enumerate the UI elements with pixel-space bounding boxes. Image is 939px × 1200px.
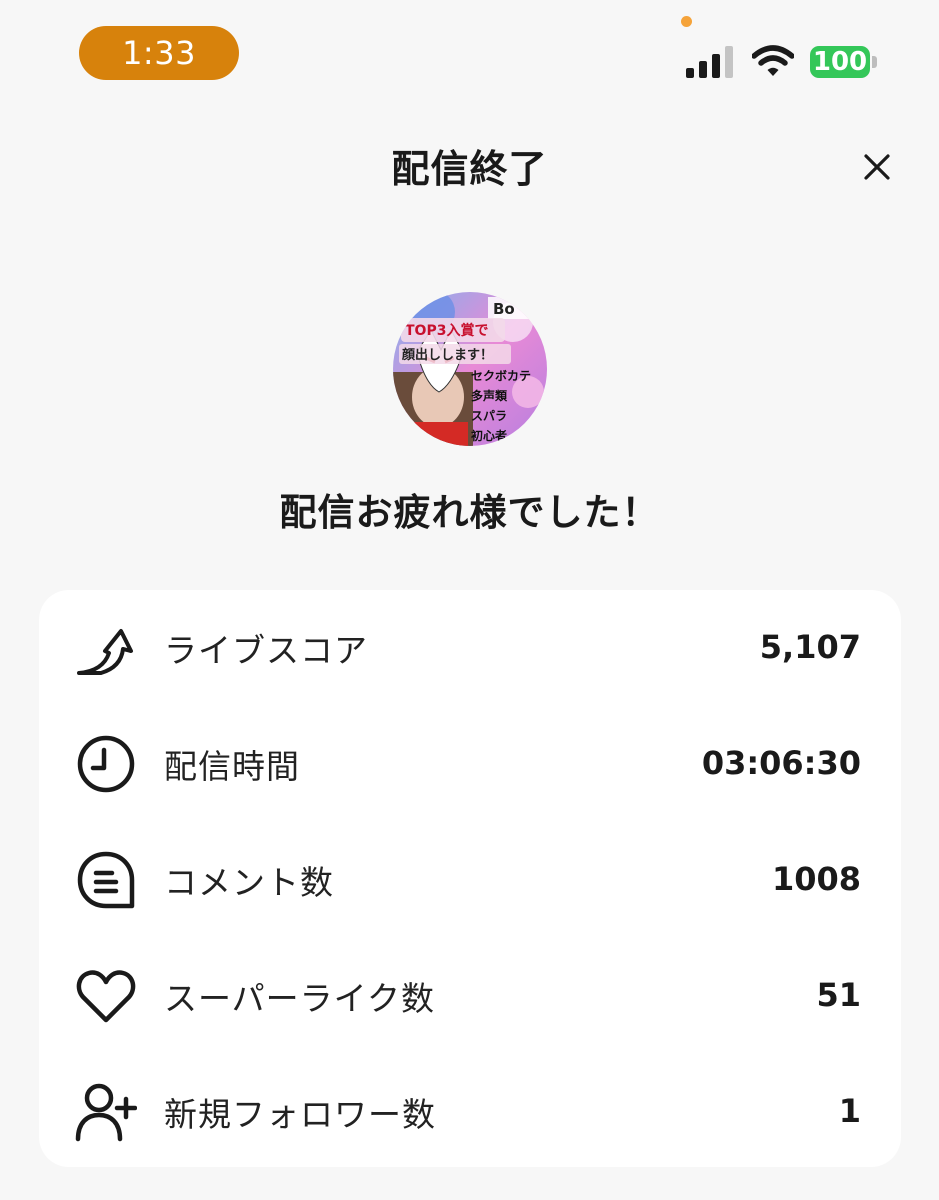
privacy-indicator-dot bbox=[681, 16, 692, 27]
stat-row-comments: コメント数 1008 bbox=[39, 822, 901, 937]
battery-tip bbox=[872, 56, 877, 68]
clock-icon bbox=[77, 735, 135, 793]
stat-row-new-followers: 新規フォロワー数 1 bbox=[39, 1054, 901, 1169]
thanks-message: 配信お疲れ様でした！ bbox=[279, 491, 660, 534]
avatar-side-text-3: スパラ bbox=[471, 409, 507, 423]
battery-icon: 100 bbox=[810, 46, 870, 78]
stat-row-stream-time: 配信時間 03:06:30 bbox=[39, 706, 901, 821]
stat-label: 新規フォロワー数 bbox=[164, 1095, 436, 1134]
avatar-side-text-1: セクボカテ bbox=[471, 368, 531, 383]
page-title: 配信終了 bbox=[391, 147, 548, 191]
heart-icon bbox=[76, 970, 136, 1023]
stat-row-live-score: ライブスコア 5,107 bbox=[39, 590, 901, 705]
avatar: Bo TOP3入賞で 顔出しします！ セクボカテ 多声類 スパラ 初心者 bbox=[393, 292, 547, 446]
avatar-corner-text: Bo bbox=[493, 300, 515, 318]
avatar-banner-text: TOP3入賞で bbox=[405, 322, 488, 339]
wifi-icon bbox=[752, 45, 794, 76]
stats-card: ライブスコア 5,107 配信時間 03:06:30 コメント数 1008 スー… bbox=[39, 590, 901, 1167]
stat-label: ライブスコア bbox=[164, 631, 368, 670]
stat-value: 51 bbox=[816, 976, 861, 1014]
stat-row-super-likes: スーパーライク数 51 bbox=[39, 938, 901, 1053]
close-icon[interactable] bbox=[852, 142, 902, 192]
avatar-image: Bo TOP3入賞で 顔出しします！ セクボカテ 多声類 スパラ 初心者 bbox=[393, 292, 547, 446]
status-bar: 1:33 100 bbox=[0, 0, 939, 110]
user-plus-icon bbox=[75, 1083, 137, 1142]
stat-label: スーパーライク数 bbox=[164, 979, 436, 1018]
stat-value: 1 bbox=[838, 1092, 861, 1130]
stat-label: コメント数 bbox=[164, 863, 334, 902]
signal-icon bbox=[686, 46, 733, 78]
avatar-side-text-4: 初心者 bbox=[471, 428, 507, 443]
stat-value: 5,107 bbox=[759, 628, 861, 666]
comment-icon bbox=[77, 851, 135, 909]
avatar-side-text-2: 多声類 bbox=[471, 388, 508, 403]
status-time: 1:33 bbox=[79, 26, 239, 80]
stat-value: 03:06:30 bbox=[701, 744, 861, 782]
avatar-banner-text-2: 顔出しします！ bbox=[401, 347, 493, 363]
stat-value: 1008 bbox=[771, 860, 861, 898]
arrow-up-icon bbox=[77, 629, 133, 675]
stat-label: 配信時間 bbox=[164, 747, 300, 786]
